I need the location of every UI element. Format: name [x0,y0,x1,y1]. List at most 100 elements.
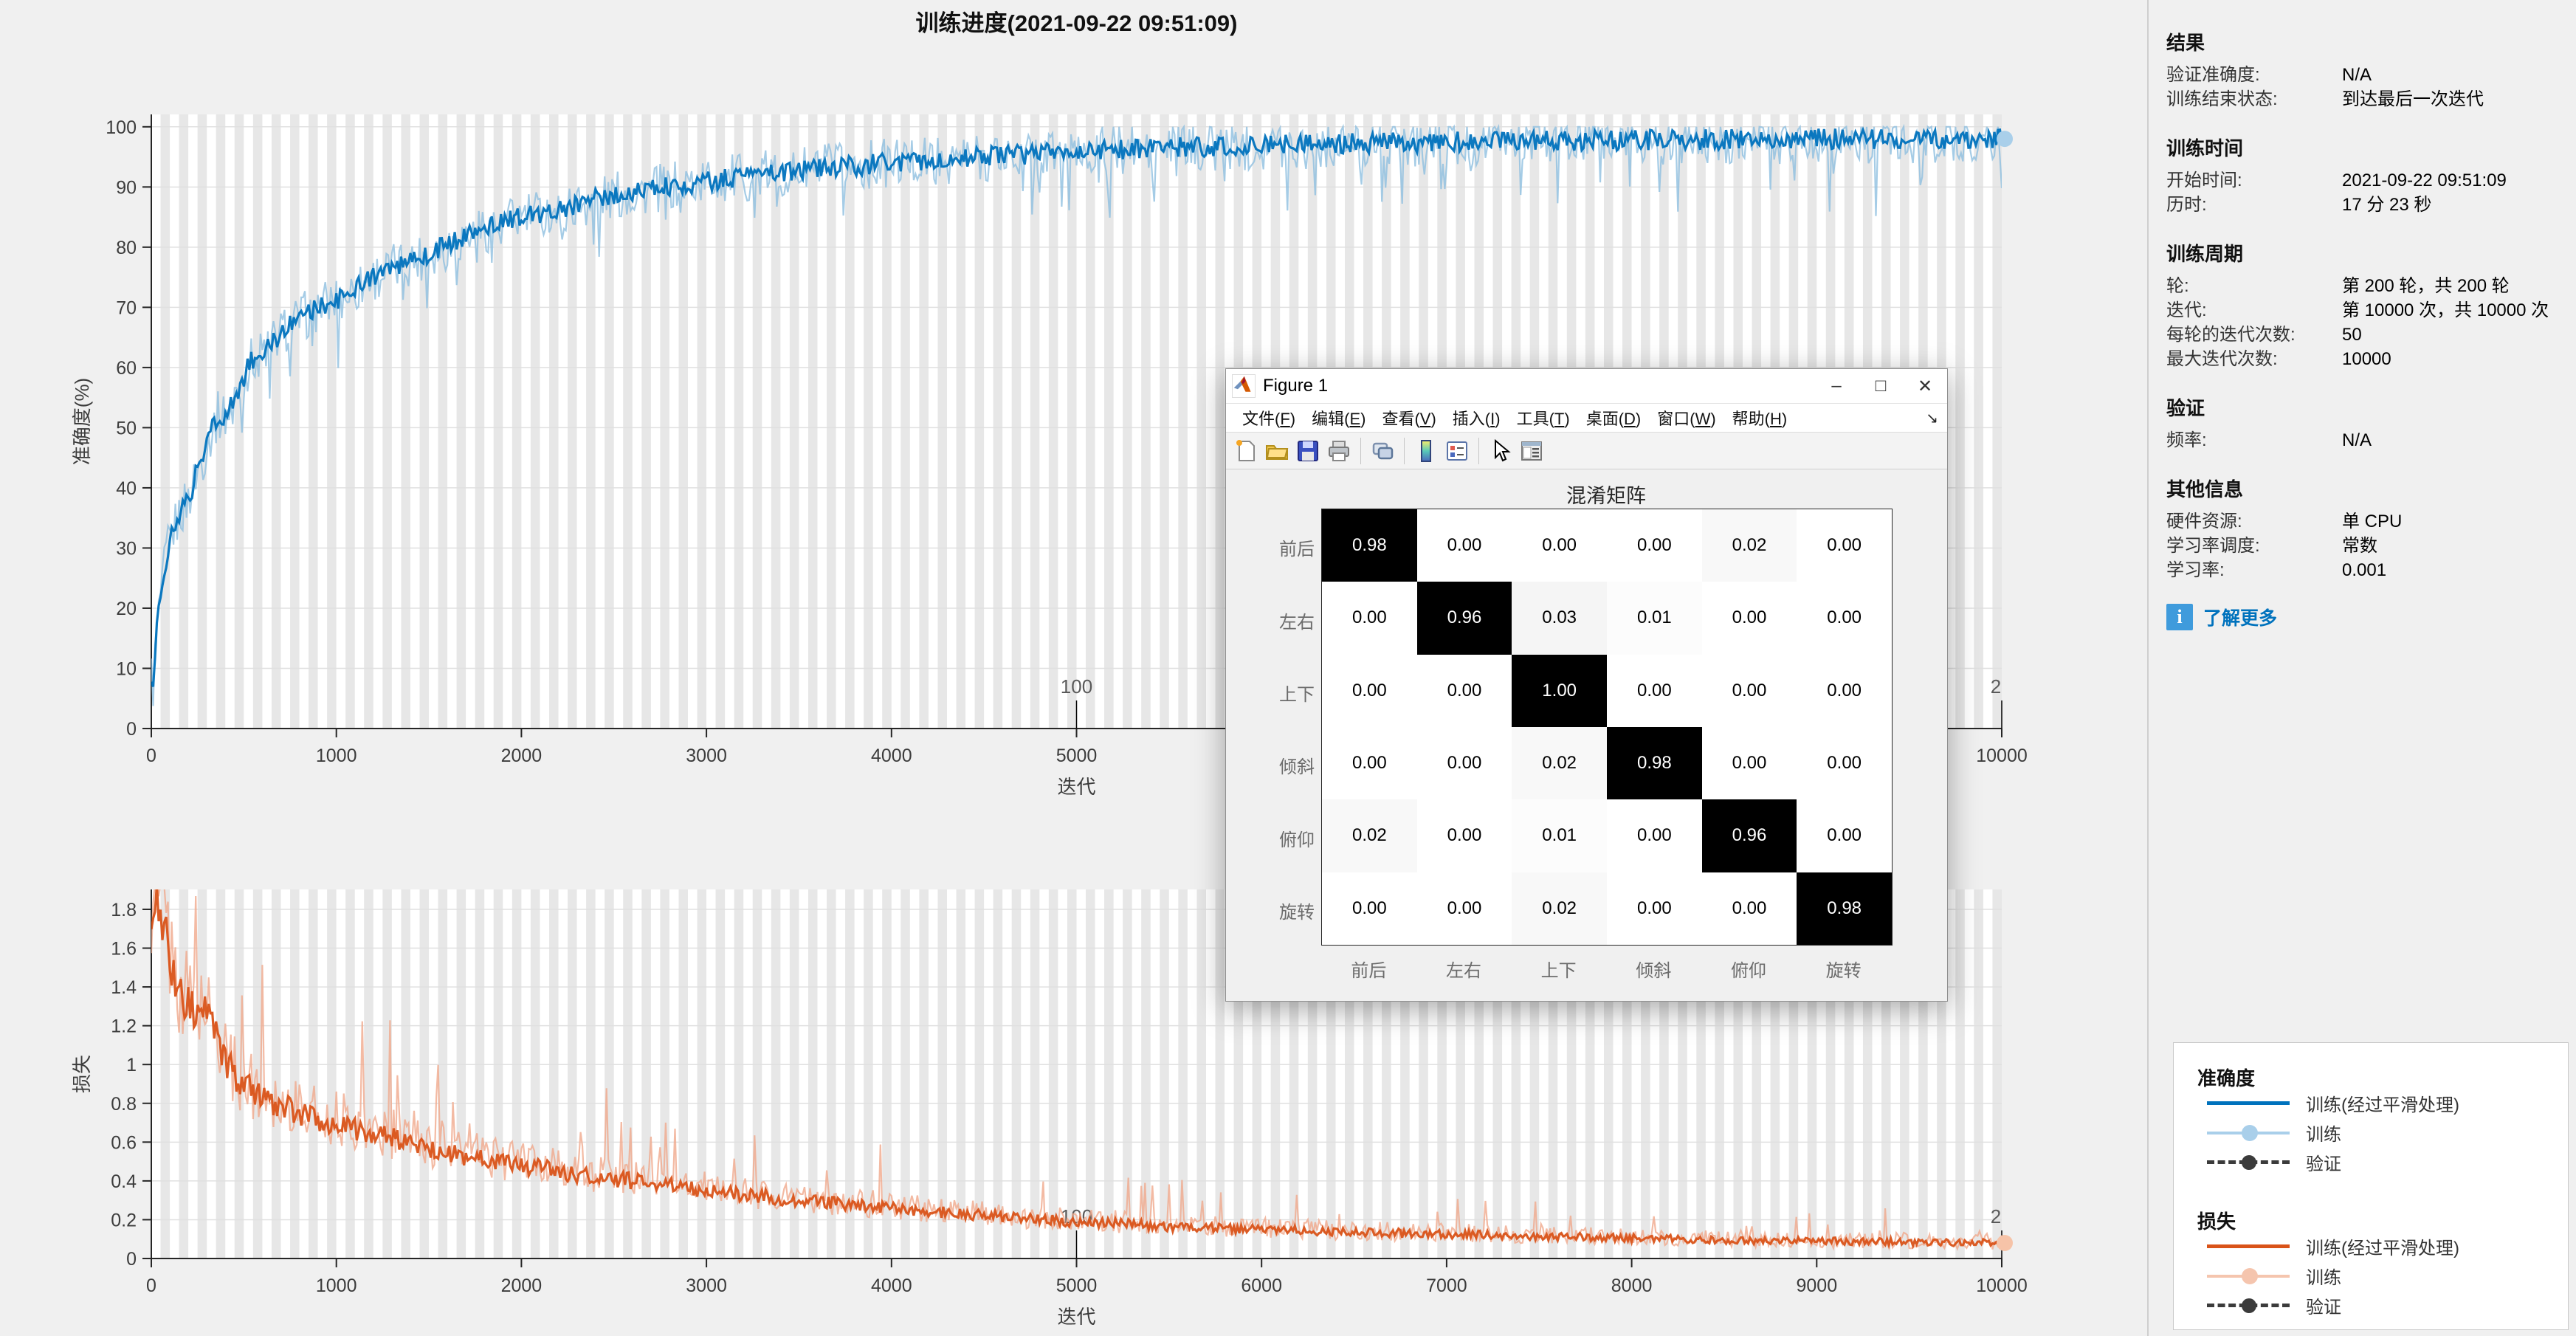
legend-item: 训练 [2207,1120,2341,1146]
info-row: 硬件资源:单 CPU [2166,509,2565,534]
info-value: N/A [2342,428,2372,452]
svg-text:5000: 5000 [1056,746,1098,766]
menu-T[interactable]: 工具(T) [1517,406,1570,430]
open-folder-icon[interactable] [1263,437,1291,465]
info-row: 学习率调度:常数 [2166,534,2565,558]
matrix-col-label: 俯仰 [1701,956,1797,982]
svg-text:2: 2 [1991,1205,2001,1227]
figure-canvas: 混淆矩阵 0.980.000.000.000.020.000.000.960.0… [1226,469,1947,1001]
svg-text:1: 1 [126,1055,137,1075]
info-value: 常数 [2342,534,2377,558]
svg-text:60: 60 [116,358,137,379]
legend-group-heading: 准确度 [2197,1064,2255,1091]
svg-text:1.8: 1.8 [111,900,137,920]
info-value: 到达最后一次迭代 [2342,87,2484,111]
matlab-icon [1232,374,1256,398]
legend-item: 训练(经过平滑处理) [2207,1090,2459,1116]
print-icon[interactable] [1325,437,1353,465]
svg-text:1000: 1000 [316,746,357,766]
info-label: 每轮的迭代次数: [2166,323,2342,347]
matrix-cell: 0.98 [1797,872,1892,945]
toolbar-separator [1404,438,1405,464]
svg-text:8000: 8000 [1611,1275,1653,1296]
menu-H[interactable]: 帮助(H) [1732,406,1788,430]
link-plots-icon[interactable] [1368,437,1397,465]
matrix-cell: 0.02 [1512,872,1607,945]
matrix-cell: 0.00 [1417,872,1512,945]
property-inspector-icon[interactable] [1518,437,1546,465]
matrix-cell: 0.96 [1417,582,1512,654]
sidebar-section: 结果验证准确度:N/A训练结束状态:到达最后一次迭代 [2166,28,2565,111]
info-label: 验证准确度: [2166,63,2342,87]
svg-text:0: 0 [126,719,137,740]
legend-sample [2207,1096,2290,1111]
info-row: 轮:第 200 轮，共 200 轮 [2166,274,2565,298]
matrix-cell: 0.00 [1797,799,1892,872]
legend-sample [2207,1155,2290,1170]
dock-figure-icon[interactable]: ↘ [1926,409,1938,427]
svg-text:1000: 1000 [316,1275,357,1296]
menu-F[interactable]: 文件(F) [1242,406,1295,430]
figure-window[interactable]: Figure 1 – □ ✕ 文件(F) 编辑(E) 查看(V) 插入(I) 工具(T)… [1225,368,1948,1002]
sidebar-sections: 结果验证准确度:N/A训练结束状态:到达最后一次迭代训练时间开始时间:2021-… [2166,28,2565,605]
matrix-cell: 0.00 [1322,727,1417,799]
svg-text:70: 70 [116,297,137,318]
info-value: 第 200 轮，共 200 轮 [2342,274,2510,298]
menu-W[interactable]: 窗口(W) [1657,406,1715,430]
info-label: 频率: [2166,428,2342,452]
sidebar-section: 训练时间开始时间:2021-09-22 09:51:09历时:17 分 23 秒 [2166,134,2565,217]
legend-item: 训练(经过平滑处理) [2207,1233,2459,1259]
matrix-cell: 0.96 [1702,799,1797,872]
legend-label: 训练 [2306,1120,2341,1146]
svg-text:0.8: 0.8 [111,1094,137,1115]
maximize-button[interactable]: □ [1859,369,1903,403]
sidebar-section: 训练周期轮:第 200 轮，共 200 轮迭代:第 10000 次，共 1000… [2166,239,2565,371]
close-button[interactable]: ✕ [1903,369,1947,403]
menu-I[interactable]: 插入(I) [1453,406,1501,430]
confusion-matrix: 0.980.000.000.000.020.000.000.960.030.01… [1321,509,1893,946]
info-label: 学习率调度: [2166,534,2342,558]
matrix-cell: 0.00 [1417,655,1512,727]
matrix-row-label: 倾斜 [1233,752,1315,778]
info-value: 50 [2342,323,2362,347]
matrix-cell: 0.00 [1797,582,1892,654]
svg-text:10: 10 [116,658,137,679]
edit-plot-arrow-icon[interactable] [1487,437,1515,465]
legend-panel: 准确度训练(经过平滑处理)训练验证损失训练(经过平滑处理)训练验证 [2173,1042,2569,1330]
svg-text:50: 50 [116,418,137,438]
svg-text:0.2: 0.2 [111,1210,137,1230]
window-controls: – □ ✕ [1814,369,1947,403]
info-label: 学习率: [2166,558,2342,582]
svg-text:1.4: 1.4 [111,977,137,998]
menu-V[interactable]: 查看(V) [1382,406,1436,430]
matrix-row-label: 前后 [1233,534,1315,560]
svg-text:10000: 10000 [1976,1275,2028,1296]
learn-more-label[interactable]: 了解更多 [2203,604,2277,630]
legend-item: 验证 [2207,1149,2341,1175]
menu-D[interactable]: 桌面(D) [1586,406,1642,430]
minimize-button[interactable]: – [1814,369,1859,403]
insert-colorbar-icon[interactable] [1412,437,1440,465]
svg-text:损失: 损失 [71,1055,93,1093]
svg-text:100: 100 [106,117,137,138]
svg-text:准确度(%): 准确度(%) [71,378,93,465]
legend-label: 训练 [2306,1263,2341,1289]
matrix-cell: 0.98 [1322,509,1417,582]
svg-text:30: 30 [116,538,137,559]
svg-text:3000: 3000 [686,1275,727,1296]
svg-text:1.2: 1.2 [111,1016,137,1037]
svg-text:2: 2 [1991,675,2001,698]
info-value: 第 10000 次，共 10000 次 [2342,298,2549,323]
new-file-icon[interactable] [1232,437,1260,465]
matrix-col-label: 前后 [1321,956,1416,982]
save-icon[interactable] [1294,437,1322,465]
toolbar-separator [1478,438,1479,464]
learn-more-link[interactable]: i 了解更多 [2166,604,2277,630]
matrix-row-label: 左右 [1233,607,1315,633]
section-heading: 验证 [2166,393,2565,421]
svg-text:7000: 7000 [1426,1275,1467,1296]
svg-text:10000: 10000 [1976,746,2028,766]
menu-E[interactable]: 编辑(E) [1312,406,1366,430]
figure-titlebar[interactable]: Figure 1 – □ ✕ [1226,369,1947,404]
insert-legend-icon[interactable] [1443,437,1471,465]
